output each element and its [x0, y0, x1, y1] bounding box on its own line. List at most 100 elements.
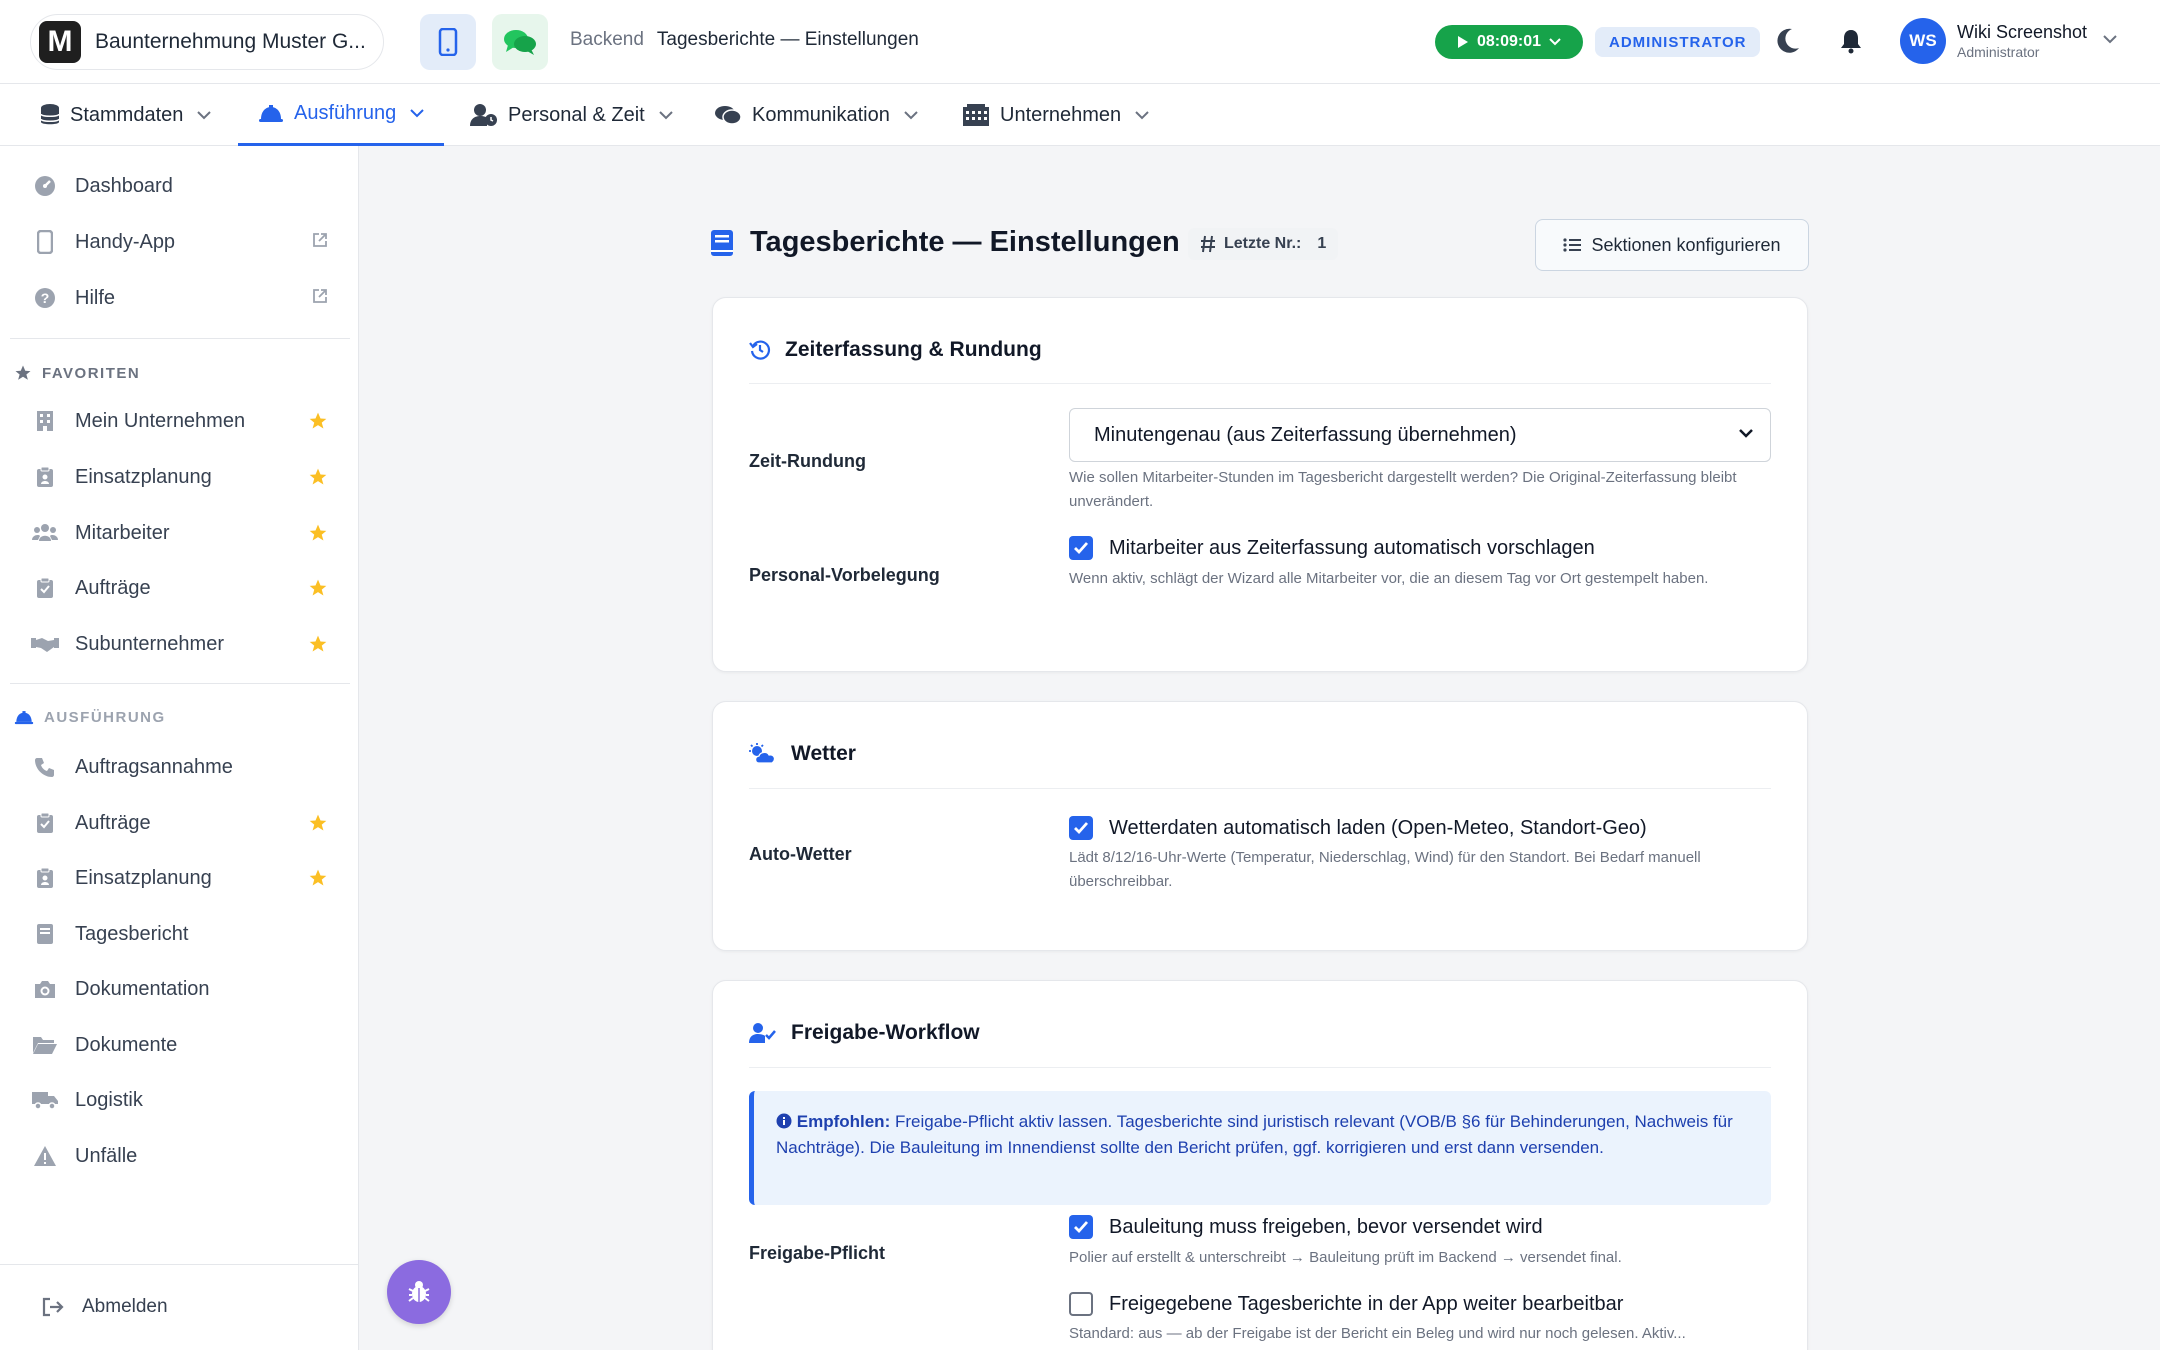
- star-icon[interactable]: [308, 868, 328, 888]
- checkbox-checked[interactable]: [1069, 1215, 1093, 1239]
- nav-label: Personal & Zeit: [508, 103, 645, 126]
- chevron-down-icon: [197, 110, 212, 119]
- top-bar: M Baunternehmung Muster G... Backend Tag…: [0, 0, 2160, 84]
- company-switcher[interactable]: M Baunternehmung Muster G...: [30, 14, 384, 70]
- sidebar-item-label: Einsatzplanung: [75, 465, 212, 488]
- sidebar-item-unfaelle[interactable]: Unfälle: [30, 1136, 340, 1176]
- sidebar-item-dokumentation[interactable]: Dokumentation: [30, 969, 340, 1009]
- nav-ausfuehrung[interactable]: Ausführung: [238, 84, 445, 146]
- approval-required-checkbox[interactable]: Bauleitung muss freigeben, bevor versend…: [1069, 1215, 1543, 1239]
- sidebar-item-handy-app[interactable]: Handy-App: [30, 222, 340, 262]
- play-icon: [1457, 36, 1468, 48]
- bell-icon[interactable]: [1840, 28, 1862, 54]
- chat-button[interactable]: [492, 14, 548, 70]
- sidebar-item-logistik[interactable]: Logistik: [30, 1080, 340, 1120]
- time-tracking-timer[interactable]: 08:09:01: [1435, 25, 1583, 59]
- section-heading-label: AUSFÜHRUNG: [44, 709, 166, 726]
- configure-sections-button[interactable]: Sektionen konfigurieren: [1535, 219, 1809, 271]
- field-label-auto-weather: Auto-Wetter: [749, 844, 852, 864]
- sidebar-item-label: Mitarbeiter: [75, 521, 170, 544]
- field-label-approval: Freigabe-Pflicht: [749, 1243, 886, 1263]
- staff-autofill-checkbox[interactable]: Mitarbeiter aus Zeiterfassung automatisc…: [1069, 536, 1595, 560]
- sidebar-item-mein-unternehmen[interactable]: Mein Unternehmen: [30, 401, 340, 441]
- sidebar-item-label: Tagesbericht: [75, 922, 189, 945]
- sidebar-item-subunternehmer[interactable]: Subunternehmer: [30, 624, 340, 664]
- sidebar-item-label: Logistik: [75, 1088, 143, 1111]
- hash-icon: [1201, 235, 1215, 253]
- sidebar-item-einsatzplanung[interactable]: Einsatzplanung: [30, 457, 340, 497]
- checkbox-unchecked[interactable]: [1069, 1292, 1093, 1316]
- sidebar-item-label: Hilfe: [75, 286, 116, 309]
- nav-personal-zeit[interactable]: Personal & Zeit: [470, 84, 673, 146]
- sidebar-item-auftragsannahme[interactable]: Auftragsannahme: [30, 747, 340, 787]
- chevron-down-icon: [1549, 38, 1561, 46]
- sidebar-item-label: Dokumentation: [75, 977, 210, 1000]
- checkbox-checked[interactable]: [1069, 536, 1093, 560]
- sidebar-item-auftraege[interactable]: Aufträge: [30, 568, 340, 608]
- star-icon[interactable]: [308, 634, 328, 654]
- sidebar-item-label: Subunternehmer: [75, 632, 224, 655]
- check-icon: [1074, 822, 1089, 835]
- list-icon: [1563, 238, 1582, 252]
- star-icon[interactable]: [308, 523, 328, 543]
- recommendation-alert: Empfohlen: Freigabe-Pflicht aktiv lassen…: [749, 1091, 1771, 1205]
- warning-icon: [34, 1146, 56, 1166]
- helmet-icon: [14, 710, 34, 724]
- card-title: Zeiterfassung & Rundung: [749, 338, 1042, 362]
- last-number-label: Letzte Nr.:: [1224, 235, 1302, 252]
- sidebar-item-dokumente[interactable]: Dokumente: [30, 1025, 340, 1065]
- database-icon: [40, 104, 60, 125]
- editable-after-approval-checkbox[interactable]: Freigegebene Tagesberichte in der App we…: [1069, 1292, 1623, 1316]
- book-icon: [37, 924, 53, 944]
- user-role: Administrator: [1957, 44, 2040, 60]
- info-icon: [776, 1113, 792, 1129]
- building-icon: [963, 104, 989, 126]
- mobile-icon: [37, 230, 53, 254]
- clipboard-user-icon: [37, 867, 53, 888]
- nav-kommunikation[interactable]: Kommunikation: [714, 84, 918, 146]
- rounding-select[interactable]: Minutengenau (aus Zeiterfassung übernehm…: [1069, 408, 1771, 462]
- nav-label: Unternehmen: [1000, 103, 1122, 126]
- star-icon[interactable]: [308, 467, 328, 487]
- sidebar-item-tagesbericht[interactable]: Tagesbericht: [30, 914, 340, 954]
- sidebar-item-auftraege-2[interactable]: Aufträge: [30, 803, 340, 843]
- chevron-down-icon: [659, 110, 673, 119]
- auto-weather-checkbox[interactable]: Wetterdaten automatisch laden (Open-Mete…: [1069, 816, 1647, 840]
- divider: [10, 338, 350, 339]
- chevron-down-icon[interactable]: [2102, 34, 2118, 44]
- star-icon[interactable]: [308, 578, 328, 598]
- svg-text:?: ?: [41, 290, 50, 306]
- section-heading-ausfuehrung: AUSFÜHRUNG: [14, 709, 166, 726]
- sidebar-item-einsatzplanung-2[interactable]: Einsatzplanung: [30, 858, 340, 898]
- avatar[interactable]: WS: [1900, 18, 1946, 64]
- mobile-app-button[interactable]: [420, 14, 476, 70]
- chevron-down-icon: [1135, 110, 1149, 119]
- building-icon: [37, 411, 53, 431]
- sidebar-item-mitarbeiter[interactable]: Mitarbeiter: [30, 513, 340, 553]
- sidebar-item-dashboard[interactable]: Dashboard: [30, 166, 340, 206]
- breadcrumb-root[interactable]: Backend: [570, 29, 644, 50]
- sidebar-item-label: Handy-App: [75, 230, 176, 253]
- star-icon[interactable]: [308, 411, 328, 431]
- users-icon: [32, 524, 58, 541]
- rounding-select-value: Minutengenau (aus Zeiterfassung übernehm…: [1094, 423, 1517, 446]
- moon-icon[interactable]: [1776, 26, 1802, 56]
- breadcrumb-current: Tagesberichte — Einstellungen: [656, 29, 919, 50]
- nav-unternehmen[interactable]: Unternehmen: [962, 84, 1149, 146]
- logout-button[interactable]: Abmelden: [42, 1296, 168, 1318]
- page-header: Tagesberichte — Einstellungen: [710, 226, 1180, 259]
- sidebar-item-label: Mein Unternehmen: [75, 409, 246, 432]
- nav-label: Stammdaten: [70, 103, 184, 126]
- clipboard-check-icon: [37, 812, 53, 833]
- star-icon: [15, 365, 31, 380]
- bug-report-button[interactable]: [387, 1260, 451, 1324]
- question-icon: ?: [35, 288, 55, 308]
- card-title: Wetter: [749, 742, 856, 766]
- divider: [749, 788, 1771, 789]
- approval-required-label: Bauleitung muss freigeben, bevor versend…: [1109, 1215, 1543, 1238]
- star-icon[interactable]: [308, 813, 328, 833]
- user-name[interactable]: Wiki Screenshot: [1957, 22, 2087, 43]
- checkbox-checked[interactable]: [1069, 816, 1093, 840]
- sidebar-item-hilfe[interactable]: ? Hilfe: [30, 278, 340, 318]
- nav-stammdaten[interactable]: Stammdaten: [40, 84, 212, 146]
